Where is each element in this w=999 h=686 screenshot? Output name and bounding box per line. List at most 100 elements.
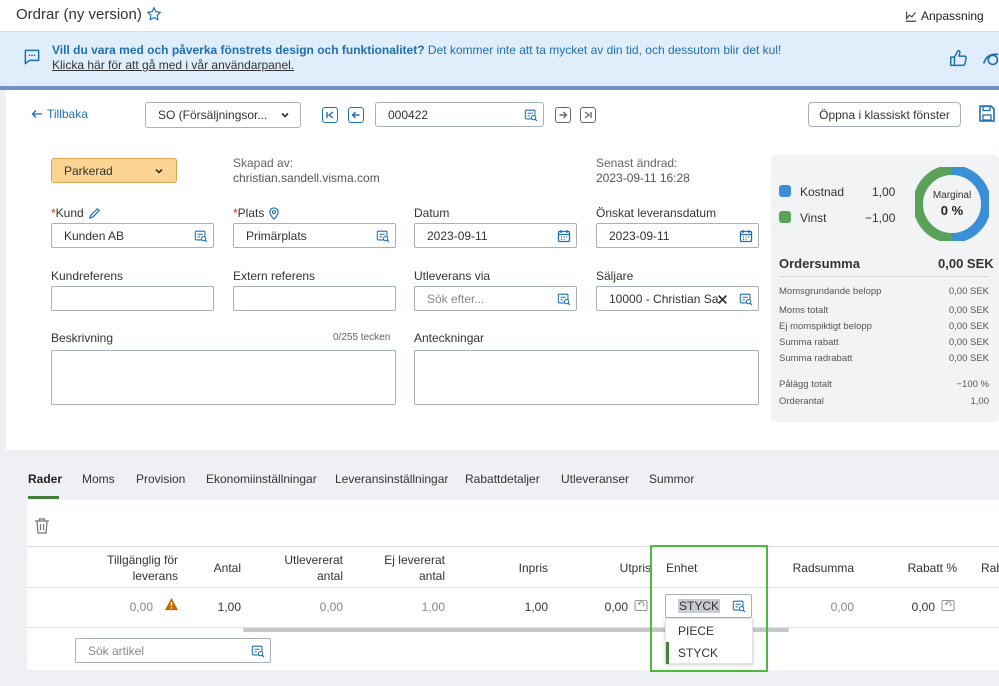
- tab-totals[interactable]: Summor: [649, 472, 694, 486]
- order-number-value: 000422: [388, 108, 429, 122]
- active-tab-indicator: [28, 496, 59, 499]
- reset-icon[interactable]: [941, 599, 955, 612]
- description-label: Beskrivning: [51, 331, 114, 345]
- first-record-button[interactable]: [322, 107, 338, 123]
- col-shipped-qty[interactable]: Utlevererat antal: [243, 552, 343, 584]
- tab-shipments[interactable]: Utleveranser: [561, 472, 629, 486]
- calendar-icon[interactable]: [557, 229, 571, 243]
- summary-row-label: Pålägg totalt: [779, 379, 832, 390]
- notes-textarea[interactable]: [414, 350, 759, 405]
- col-unit-price[interactable]: Utpris: [551, 560, 651, 576]
- col-unit-cost[interactable]: Inpris: [448, 560, 548, 576]
- summary-row-label: Summa rabatt: [779, 337, 839, 348]
- seller-field[interactable]: 10000 - Christian Sa: [596, 286, 759, 311]
- reset-icon[interactable]: [634, 599, 648, 612]
- customer-field[interactable]: Kunden AB: [51, 223, 214, 248]
- tab-rader[interactable]: Rader: [28, 472, 62, 486]
- lookup-icon[interactable]: [376, 229, 390, 243]
- notes-label: Anteckningar: [414, 331, 485, 345]
- open-classic-window-button[interactable]: Öppna i klassiskt fönster: [808, 102, 961, 127]
- calendar-icon[interactable]: [739, 229, 753, 243]
- edit-pencil-icon[interactable]: [88, 207, 101, 220]
- warning-icon[interactable]: [164, 597, 179, 611]
- arrow-left-icon: [351, 111, 360, 119]
- ship-via-input[interactable]: Sök efter...: [414, 286, 577, 311]
- location-field[interactable]: Primärplats: [233, 223, 396, 248]
- back-link[interactable]: Tillbaka: [31, 107, 88, 121]
- order-total-value: 0,00 SEK: [938, 256, 994, 271]
- col-quantity[interactable]: Antal: [181, 560, 241, 576]
- tab-delivery-settings[interactable]: Leveransinställningar: [335, 472, 448, 486]
- profit-legend-swatch: [779, 211, 791, 223]
- first-icon: [326, 111, 334, 119]
- cost-legend-swatch: [779, 185, 791, 197]
- col-not-shipped-qty[interactable]: Ej levererat antal: [345, 552, 445, 584]
- external-reference-label: Extern referens: [233, 269, 316, 283]
- col-available[interactable]: Tillgänglig för leverans: [78, 552, 178, 584]
- next-record-button[interactable]: [555, 107, 571, 123]
- cell-unit-price[interactable]: 0,00: [528, 600, 628, 614]
- summary-row-value: 0,00 SEK: [948, 305, 989, 316]
- hand-icon[interactable]: [980, 47, 999, 69]
- col-discount-amount[interactable]: Rab: [981, 560, 999, 576]
- order-number-input[interactable]: 000422: [375, 102, 544, 127]
- tab-moms[interactable]: Moms: [82, 472, 115, 486]
- clear-x-icon[interactable]: [717, 294, 728, 305]
- date-field[interactable]: 2023-09-11: [414, 223, 577, 248]
- customer-label: *Kund: [51, 206, 101, 220]
- previous-record-button[interactable]: [348, 107, 364, 123]
- order-total-label: Ordersumma: [779, 256, 860, 271]
- summary-row-value: 0,00 SEK: [948, 321, 989, 332]
- lookup-icon[interactable]: [557, 292, 571, 306]
- col-row-total[interactable]: Radsumma: [754, 560, 854, 576]
- page-title: Ordrar (ny version): [16, 6, 142, 23]
- requested-date-value: 2023-09-11: [609, 229, 670, 243]
- customer-reference-input[interactable]: [51, 286, 214, 311]
- cell-discount-percent[interactable]: 0,00: [835, 600, 935, 614]
- tab-economy-settings[interactable]: Ekonomiinställningar: [206, 472, 317, 486]
- requested-date-field[interactable]: 2023-09-11: [596, 223, 759, 248]
- customize-button[interactable]: Anpassning: [904, 9, 984, 23]
- tab-discount-details[interactable]: Rabattdetaljer: [465, 472, 540, 486]
- thumbs-up-icon[interactable]: [948, 47, 970, 69]
- requested-date-label: Önskat leveransdatum: [596, 206, 717, 220]
- customize-icon: [905, 11, 917, 22]
- col-discount-percent[interactable]: Rabatt %: [857, 560, 957, 576]
- order-type-select[interactable]: SO (Försäljningsor...: [145, 102, 301, 128]
- banner-link[interactable]: Klicka här för att gå med i vår användar…: [52, 58, 294, 72]
- cell-shipped-qty: 0,00: [319, 600, 343, 614]
- lookup-icon[interactable]: [251, 644, 265, 658]
- arrow-right-icon: [559, 111, 568, 119]
- lookup-icon[interactable]: [739, 292, 753, 306]
- last-record-button[interactable]: [580, 107, 596, 123]
- favorite-star-icon[interactable]: [146, 6, 162, 22]
- cost-label: Kostnad: [800, 185, 845, 199]
- profit-label: Vinst: [800, 211, 827, 225]
- ship-via-label: Utleverans via: [414, 269, 491, 283]
- cost-value: 1,00: [872, 185, 896, 199]
- description-textarea[interactable]: [51, 350, 396, 405]
- donut-label: Marginal: [932, 190, 972, 201]
- search-article-placeholder: Sök artikel: [88, 644, 145, 658]
- external-reference-input[interactable]: [233, 286, 396, 311]
- cell-quantity[interactable]: 1,00: [181, 600, 241, 614]
- last-changed-label: Senast ändrad:: [596, 156, 678, 170]
- lookup-icon[interactable]: [194, 229, 208, 243]
- save-icon[interactable]: [977, 104, 997, 124]
- description-counter: 0/255 tecken: [333, 332, 391, 343]
- lookup-icon[interactable]: [524, 108, 538, 122]
- tab-provision[interactable]: Provision: [136, 472, 185, 486]
- summary-row-value: 0,00 SEK: [948, 353, 989, 364]
- arrow-left-icon: [31, 110, 42, 118]
- status-dropdown[interactable]: Parkerad: [51, 158, 177, 183]
- donut-value: 0 %: [940, 203, 964, 218]
- trash-icon[interactable]: [34, 517, 50, 535]
- ship-via-placeholder: Sök efter...: [427, 292, 485, 306]
- map-pin-icon[interactable]: [268, 206, 280, 220]
- grid-divider: [27, 587, 999, 588]
- date-value: 2023-09-11: [427, 229, 488, 243]
- cell-available: 0,00: [129, 600, 153, 614]
- summary-row-value: 1,00: [970, 396, 990, 407]
- search-article-input[interactable]: Sök artikel: [75, 638, 271, 663]
- summary-row-label: Orderantal: [779, 396, 824, 407]
